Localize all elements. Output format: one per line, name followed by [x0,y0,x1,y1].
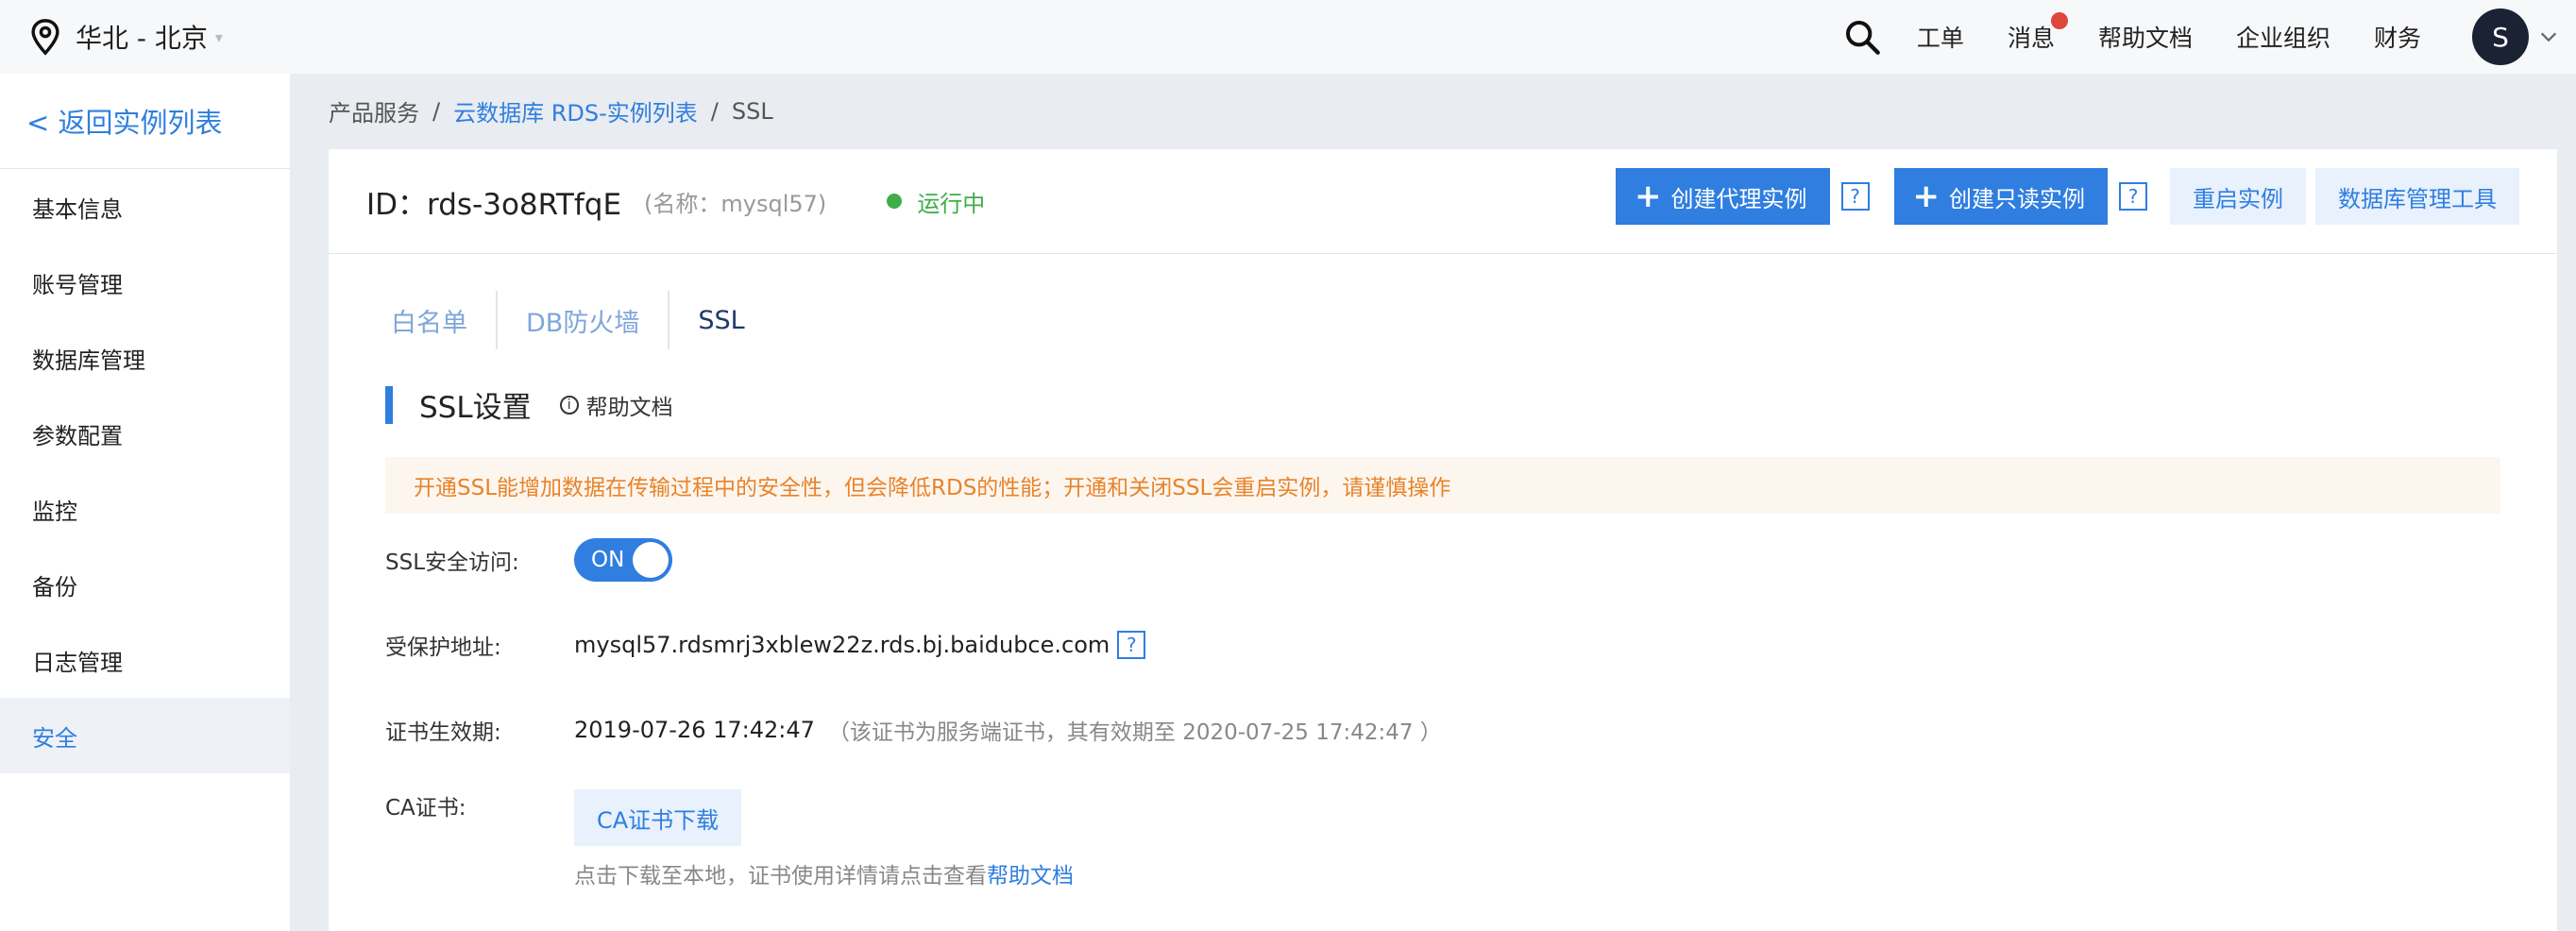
security-tabs: 白名单 DB防火墙 SSL [366,291,773,349]
location-pin-icon [31,19,59,56]
breadcrumb: 产品服务 / 云数据库 RDS-实例列表 / SSL [329,94,773,127]
cert-validity-label: 证书生效期: [385,720,501,745]
section-accent-bar [385,385,393,424]
chevron-down-icon: ▾ [214,27,223,46]
ca-cert-note: 点击下载至本地，证书使用详情请点击查看帮助文档 [574,857,1074,889]
section-title: SSL设置 i 帮助文档 [385,383,673,426]
sidebar-item-databases[interactable]: 数据库管理 [0,320,290,396]
instance-name: (名称：mysql57) [644,190,827,217]
help-icon[interactable]: ? [2119,182,2147,211]
ssl-toggle[interactable]: ON [574,538,672,582]
protected-address-value: mysql57.rdsmrj3xblew22z.rds.bj.baidubce.… [574,632,1110,658]
region-selector[interactable]: 华北 - 北京 ▾ [28,18,223,56]
breadcrumb-separator: / [432,97,441,125]
breadcrumb-separator: / [710,97,719,125]
status-dot-icon [887,194,903,209]
create-proxy-instance-button[interactable]: + 创建代理实例 [1616,168,1830,225]
sidebar-item-parameters[interactable]: 参数配置 [0,396,290,471]
sidebar: < 返回实例列表 基本信息 账号管理 数据库管理 参数配置 监控 备份 日志管理… [0,74,290,931]
nav-organization[interactable]: 企业组织 [2236,20,2330,54]
cert-validity-row: 证书生效期: 2019-07-26 17:42:47 （该证书为服务端证书，其有… [385,714,1442,746]
ca-help-docs-link[interactable]: 帮助文档 [987,864,1074,889]
sidebar-item-basic-info[interactable]: 基本信息 [0,169,290,245]
nav-messages[interactable]: 消息 [2007,12,2068,54]
ssl-access-label: SSL安全访问: [385,550,519,575]
nav-ticket[interactable]: 工单 [1917,20,1964,54]
tab-db-firewall[interactable]: DB防火墙 [496,291,668,349]
plus-icon: + [1912,178,1940,215]
protected-address-row: 受保护地址: mysql57.rdsmrj3xblew22z.rds.bj.ba… [385,629,1146,661]
region-label: 华北 - 北京 [76,23,208,54]
tab-ssl[interactable]: SSL [668,291,772,349]
breadcrumb-instance-list-link[interactable]: 云数据库 RDS-实例列表 [453,94,698,127]
toggle-knob [633,542,669,578]
db-management-tool-button[interactable]: 数据库管理工具 [2315,168,2519,225]
help-docs-link[interactable]: i 帮助文档 [559,389,673,421]
breadcrumb-current: SSL [731,97,773,125]
breadcrumb-root: 产品服务 [329,100,419,127]
ssl-toggle-label: ON [591,548,625,572]
restart-instance-button[interactable]: 重启实例 [2170,168,2306,225]
top-bar: 华北 - 北京 ▾ 工单 消息 帮助文档 企业组织 财务 S [0,0,2576,74]
tab-whitelist[interactable]: 白名单 [366,291,496,349]
nav-messages-label: 消息 [2007,25,2055,52]
chevron-down-icon[interactable] [2538,26,2559,47]
ca-cert-label: CA证书: [385,796,466,821]
sidebar-item-accounts[interactable]: 账号管理 [0,245,290,320]
create-readonly-label: 创建只读实例 [1949,185,2085,212]
notification-dot [2050,12,2068,29]
sidebar-item-logs[interactable]: 日志管理 [0,622,290,698]
create-proxy-label: 创建代理实例 [1670,185,1807,212]
cert-validity-note: （该证书为服务端证书，其有效期至 2020-07-25 17:42:47 ） [827,720,1442,745]
main-card: ID：rds-3o8RTfqE (名称：mysql57) 运行中 + 创建代理实… [329,149,2557,931]
nav-finance[interactable]: 财务 [2374,20,2421,54]
sidebar-item-security[interactable]: 安全 [0,698,290,773]
header-actions: + 创建代理实例 ? + 创建只读实例 ? 重启实例 数据库管理工具 [1616,168,2519,225]
back-to-instance-list-link[interactable]: < 返回实例列表 [0,74,290,169]
cert-validity-value: 2019-07-26 17:42:47 [574,717,815,743]
avatar[interactable]: S [2472,8,2529,65]
help-icon[interactable]: ? [1117,631,1146,659]
protected-address-label: 受保护地址: [385,635,501,660]
instance-header: ID：rds-3o8RTfqE (名称：mysql57) 运行中 + 创建代理实… [329,149,2557,254]
create-readonly-instance-button[interactable]: + 创建只读实例 [1893,168,2108,225]
plus-icon: + [1635,178,1662,215]
search-icon[interactable] [1843,18,1881,56]
ca-cert-note-text: 点击下载至本地，证书使用详情请点击查看 [574,864,987,889]
sidebar-item-backup[interactable]: 备份 [0,547,290,622]
ca-cert-row: CA证书: CA证书下载 [385,789,742,846]
instance-id: ID：rds-3o8RTfqE [366,187,622,222]
top-nav: 工单 消息 帮助文档 企业组织 财务 S [1843,0,2576,74]
status-badge: 运行中 [887,185,985,218]
ssl-access-row: SSL安全访问: ON [385,538,672,582]
info-icon: i [559,395,579,415]
help-docs-label: 帮助文档 [585,395,673,420]
help-icon[interactable]: ? [1840,182,1870,211]
warning-banner: 开通SSL能增加数据在传输过程中的安全性，但会降低RDS的性能；开通和关闭SSL… [385,457,2500,514]
ca-cert-download-button[interactable]: CA证书下载 [574,789,742,846]
nav-help-docs[interactable]: 帮助文档 [2098,20,2193,54]
status-label: 运行中 [917,190,986,217]
section-title-text: SSL设置 [419,391,532,425]
sidebar-item-monitoring[interactable]: 监控 [0,471,290,547]
